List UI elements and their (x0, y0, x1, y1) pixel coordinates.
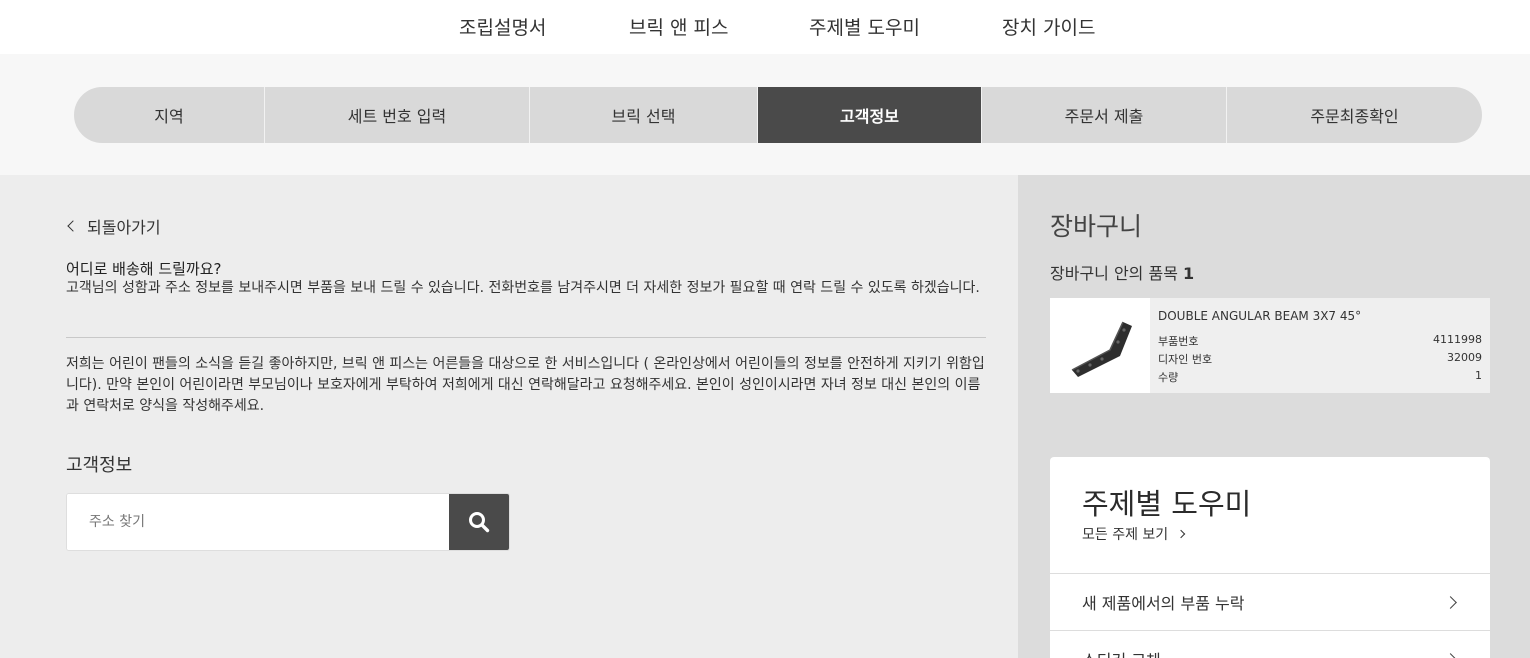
cart-count-label: 장바구니 안의 품목 (1050, 264, 1178, 283)
top-navigation: 조립설명서 브릭 앤 피스 주제별 도우미 장치 가이드 (0, 0, 1530, 54)
view-all-topics-link[interactable]: 모든 주제 보기 (1082, 524, 1186, 544)
step-brick-select[interactable]: 브릭 선택 (530, 87, 758, 143)
step-region[interactable]: 지역 (74, 87, 265, 143)
cart-item: DOUBLE ANGULAR BEAM 3X7 45° 부품번호 4111998… (1050, 298, 1490, 393)
search-icon (469, 512, 490, 533)
nav-link-device-guide[interactable]: 장치 가이드 (1002, 13, 1095, 40)
help-row-label: 스티커 교체 (1082, 647, 1161, 658)
part-number-value: 4111998 (1433, 333, 1482, 346)
help-row-label: 새 제품에서의 부품 누락 (1082, 594, 1245, 613)
back-link[interactable]: 되돌아가기 (66, 214, 161, 238)
chevron-right-icon (1176, 529, 1186, 539)
shipping-question-text: 고객님의 성함과 주소 정보를 보내주시면 부품을 보내 드릴 수 있습니다. … (66, 280, 980, 296)
nav-link-help-topics[interactable]: 주제별 도우미 (809, 13, 920, 40)
chevron-left-icon (67, 220, 79, 232)
angular-beam-image (1071, 321, 1132, 377)
help-row-sticker-replacement[interactable]: 스티커 교체 (1050, 630, 1490, 658)
step-submit-order[interactable]: 주문서 제출 (982, 87, 1227, 143)
design-number-value: 32009 (1447, 351, 1482, 364)
quantity-value: 1 (1475, 369, 1482, 382)
chevron-right-icon (1444, 596, 1457, 609)
cart-count-value: 1 (1183, 264, 1195, 283)
quantity-label: 수량 (1158, 371, 1179, 384)
cart-item-count: 장바구니 안의 품목 1 (1050, 260, 1194, 284)
help-row-missing-parts[interactable]: 새 제품에서의 부품 누락 (1050, 573, 1490, 630)
address-search-input[interactable] (67, 494, 451, 550)
back-link-label: 되돌아가기 (87, 218, 161, 237)
item-part-number-row: 부품번호 4111998 (1158, 333, 1482, 349)
step-customer-info[interactable]: 고객정보 (758, 87, 982, 143)
design-number-label: 디자인 번호 (1158, 353, 1213, 366)
cart-title: 장바구니 (1050, 212, 1143, 241)
item-design-number-row: 디자인 번호 32009 (1158, 351, 1482, 367)
help-topics-card: 주제별 도우미 모든 주제 보기 새 제품에서의 부품 누락 스티커 교체 (1050, 457, 1490, 658)
brick-thumbnail (1050, 298, 1150, 393)
nav-link-building-instructions[interactable]: 조립설명서 (459, 13, 546, 40)
nav-link-bricks-and-pieces[interactable]: 브릭 앤 피스 (629, 13, 728, 40)
progress-band: 지역 세트 번호 입력 브릭 선택 고객정보 주문서 제출 주문최종확인 (0, 54, 1530, 175)
shipping-question-title: 어디로 배송해 드릴까요? (66, 260, 222, 278)
help-topics-title: 주제별 도우미 (1082, 487, 1252, 521)
customer-info-heading: 고객정보 (66, 455, 133, 476)
item-name: DOUBLE ANGULAR BEAM 3X7 45° (1158, 309, 1362, 323)
view-all-topics-label: 모든 주제 보기 (1082, 527, 1169, 543)
divider (66, 337, 986, 338)
checkout-stepper: 지역 세트 번호 입력 브릭 선택 고객정보 주문서 제출 주문최종확인 (74, 87, 1482, 143)
address-search (66, 493, 510, 551)
chevron-right-icon (1444, 653, 1457, 658)
main-content: 되돌아가기 어디로 배송해 드릴까요? 고객님의 성함과 주소 정보를 보내주시… (0, 175, 1018, 658)
cart-sidebar: 장바구니 장바구니 안의 품목 1 DOUBLE ANGULAR BEAM 3X… (1018, 175, 1530, 658)
step-final-confirm[interactable]: 주문최종확인 (1227, 87, 1482, 143)
address-search-button[interactable] (449, 494, 509, 550)
step-set-number[interactable]: 세트 번호 입력 (265, 87, 530, 143)
part-number-label: 부품번호 (1158, 335, 1199, 348)
age-notice-text: 저희는 어린이 팬들의 소식을 듣길 좋아하지만, 브릭 앤 피스는 어른들을 … (66, 356, 985, 414)
item-quantity-row: 수량 1 (1158, 369, 1482, 385)
